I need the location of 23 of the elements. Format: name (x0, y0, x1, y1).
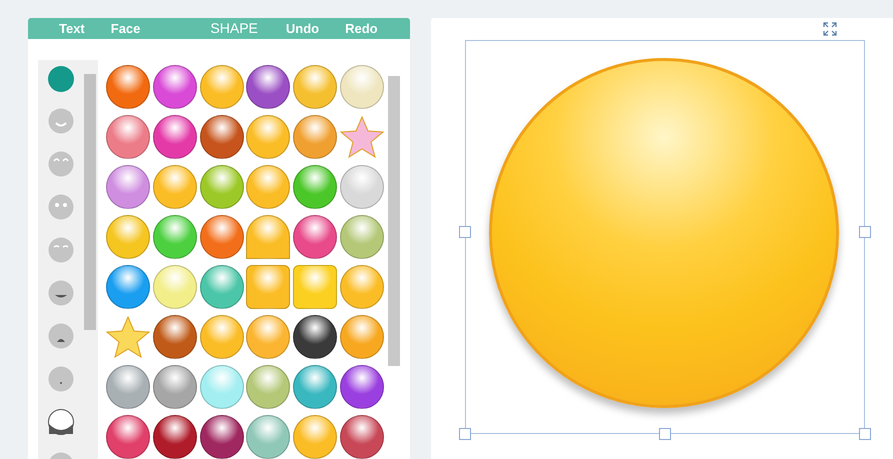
face-icon[interactable] (48, 279, 74, 307)
square-shape[interactable] (292, 265, 337, 309)
scrollbar[interactable] (388, 76, 400, 366)
selection-frame[interactable] (465, 40, 865, 434)
resize-handle[interactable] (859, 428, 871, 440)
tab[interactable]: SHAPE (210, 18, 258, 39)
face-icon[interactable] (48, 408, 74, 436)
toolbar-button[interactable]: Undo (286, 18, 320, 38)
tab[interactable]: Face (110, 18, 140, 38)
resize-handle[interactable] (459, 428, 471, 440)
resize-handle[interactable] (659, 428, 671, 440)
star-shape[interactable] (106, 316, 150, 358)
scrollbar[interactable] (84, 74, 96, 330)
square-shape[interactable] (246, 265, 290, 309)
expand-icon[interactable] (823, 22, 837, 36)
tab[interactable]: Text (59, 18, 85, 38)
resize-handle[interactable] (859, 226, 871, 238)
face-icon[interactable] (48, 322, 74, 350)
resize-handle[interactable] (459, 226, 471, 238)
star-shape[interactable] (340, 116, 384, 158)
toolbar-button[interactable]: Redo (345, 18, 378, 38)
color-swatch[interactable] (48, 66, 74, 92)
dome-shape[interactable] (246, 215, 290, 259)
